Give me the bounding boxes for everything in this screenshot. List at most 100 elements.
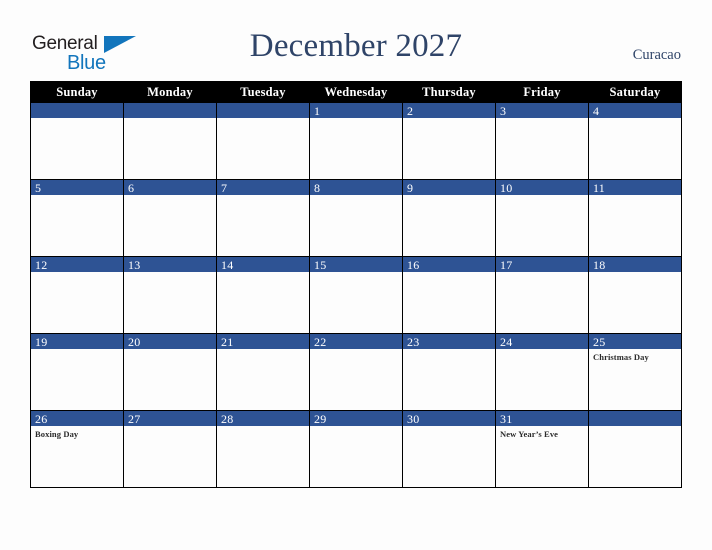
day-number-bar: 18: [589, 257, 681, 272]
calendar-day-cell[interactable]: 10: [495, 179, 589, 257]
day-events: [403, 195, 495, 198]
day-events: [403, 349, 495, 352]
calendar-day-cell[interactable]: 1: [309, 102, 403, 180]
calendar-day-cell[interactable]: 3: [495, 102, 589, 180]
day-number-bar: 1: [310, 103, 402, 118]
calendar-day-cell[interactable]: 29: [309, 410, 403, 488]
day-number-bar: 9: [403, 180, 495, 195]
calendar-day-cell[interactable]: 12: [30, 256, 124, 334]
day-number-bar: 14: [217, 257, 309, 272]
day-number: 14: [221, 258, 234, 272]
weekday-header-tuesday: Tuesday: [216, 81, 310, 103]
day-events: [310, 195, 402, 198]
day-events: [31, 272, 123, 275]
calendar-week-row: 19 20 21 22 23 24 25 Christmas Day: [30, 333, 682, 411]
calendar-day-cell[interactable]: 11: [588, 179, 682, 257]
calendar-day-cell[interactable]: 25 Christmas Day: [588, 333, 682, 411]
day-number: 4: [593, 104, 600, 118]
calendar-day-cell[interactable]: 22: [309, 333, 403, 411]
calendar-day-cell[interactable]: [588, 410, 682, 488]
day-number-bar: 2: [403, 103, 495, 118]
calendar-day-cell[interactable]: 27: [123, 410, 217, 488]
day-events: [124, 118, 216, 121]
calendar-day-cell[interactable]: 14: [216, 256, 310, 334]
event-label: New Year’s Eve: [500, 429, 559, 439]
day-number-bar: [124, 103, 216, 118]
calendar-week-row: 12 13 14 15 16 17 18: [30, 256, 682, 334]
day-events: [217, 272, 309, 275]
day-number: 5: [35, 181, 42, 195]
day-number: 22: [314, 335, 327, 349]
day-number-bar: 30: [403, 411, 495, 426]
calendar-page: General Blue December 2027 Curacao Sunda…: [0, 0, 712, 550]
day-number-bar: 11: [589, 180, 681, 195]
day-number: 17: [500, 258, 513, 272]
calendar-day-cell[interactable]: 23: [402, 333, 496, 411]
day-number: 30: [407, 412, 420, 426]
calendar-day-cell[interactable]: 7: [216, 179, 310, 257]
day-number: 2: [407, 104, 414, 118]
day-events: [217, 195, 309, 198]
day-number-bar: 4: [589, 103, 681, 118]
day-number: 20: [128, 335, 141, 349]
day-events: [496, 272, 588, 275]
calendar-day-cell[interactable]: 20: [123, 333, 217, 411]
day-number-bar: 10: [496, 180, 588, 195]
day-events: [310, 426, 402, 429]
calendar-day-cell[interactable]: 28: [216, 410, 310, 488]
calendar-day-cell[interactable]: 5: [30, 179, 124, 257]
calendar-day-cell[interactable]: [123, 102, 217, 180]
calendar-grid: Sunday Monday Tuesday Wednesday Thursday…: [30, 81, 682, 488]
weekday-header-wednesday: Wednesday: [309, 81, 403, 103]
day-number: 1: [314, 104, 321, 118]
day-number: 10: [500, 181, 513, 195]
weekday-header-monday: Monday: [123, 81, 217, 103]
calendar-day-cell[interactable]: [216, 102, 310, 180]
calendar-day-cell[interactable]: 13: [123, 256, 217, 334]
event-label: Boxing Day: [35, 429, 79, 439]
day-number-bar: [589, 411, 681, 426]
day-events: [31, 349, 123, 352]
day-number-bar: 5: [31, 180, 123, 195]
page-header: General Blue December 2027 Curacao: [0, 0, 712, 80]
calendar-day-cell[interactable]: 21: [216, 333, 310, 411]
day-events: [124, 349, 216, 352]
calendar-day-cell[interactable]: 8: [309, 179, 403, 257]
calendar-day-cell[interactable]: 26 Boxing Day: [30, 410, 124, 488]
day-number: 7: [221, 181, 228, 195]
day-events: [496, 195, 588, 198]
day-number: 6: [128, 181, 135, 195]
day-number-bar: 21: [217, 334, 309, 349]
location-label: Curacao: [632, 47, 681, 63]
day-number: 29: [314, 412, 327, 426]
day-number: 8: [314, 181, 321, 195]
day-number-bar: 26: [31, 411, 123, 426]
calendar-day-cell[interactable]: 30: [402, 410, 496, 488]
calendar-day-cell[interactable]: 15: [309, 256, 403, 334]
calendar-day-cell[interactable]: 19: [30, 333, 124, 411]
day-number-bar: 8: [310, 180, 402, 195]
calendar-day-cell[interactable]: 16: [402, 256, 496, 334]
day-number: 26: [35, 412, 48, 426]
day-events: [589, 118, 681, 121]
calendar-day-cell[interactable]: 9: [402, 179, 496, 257]
day-number-bar: 16: [403, 257, 495, 272]
calendar-day-cell[interactable]: [30, 102, 124, 180]
calendar-day-cell[interactable]: 31 New Year’s Eve: [495, 410, 589, 488]
calendar-day-cell[interactable]: 24: [495, 333, 589, 411]
day-number: 19: [35, 335, 48, 349]
day-number-bar: 28: [217, 411, 309, 426]
day-events: [310, 118, 402, 121]
calendar-day-cell[interactable]: 2: [402, 102, 496, 180]
day-events: [124, 272, 216, 275]
event-label: Christmas Day: [593, 352, 649, 362]
calendar-day-cell[interactable]: 18: [588, 256, 682, 334]
calendar-day-cell[interactable]: 17: [495, 256, 589, 334]
day-number: 28: [221, 412, 234, 426]
calendar-day-cell[interactable]: 4: [588, 102, 682, 180]
day-events: [403, 426, 495, 429]
weekday-header-row: Sunday Monday Tuesday Wednesday Thursday…: [30, 81, 682, 103]
calendar-day-cell[interactable]: 6: [123, 179, 217, 257]
day-number-bar: 22: [310, 334, 402, 349]
day-number-bar: 12: [31, 257, 123, 272]
